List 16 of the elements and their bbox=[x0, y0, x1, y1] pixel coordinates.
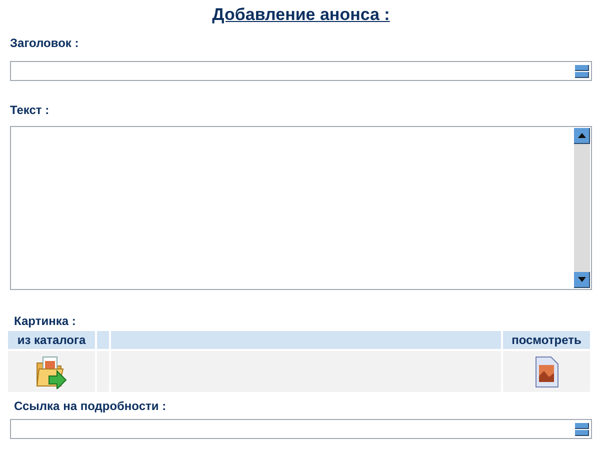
column-header: из каталога bbox=[8, 331, 95, 349]
field-label: Ссылка на подробности : bbox=[13, 399, 168, 414]
image-file-icon[interactable] bbox=[534, 356, 560, 388]
input-field[interactable] bbox=[10, 61, 592, 81]
scroll-down-icon[interactable] bbox=[578, 277, 586, 282]
column-header bbox=[97, 331, 109, 349]
column-header: посмотреть bbox=[503, 331, 590, 349]
input-field[interactable] bbox=[10, 419, 592, 439]
field-label: Заголовок : bbox=[10, 36, 80, 51]
folder-image-icon[interactable] bbox=[34, 354, 68, 388]
field-label: Текст : bbox=[10, 103, 50, 118]
field-label: Картинка : bbox=[13, 314, 77, 329]
page-title: Добавление анонса : bbox=[211, 4, 391, 26]
spin-buttons bbox=[575, 422, 589, 437]
scroll-up-icon[interactable] bbox=[578, 133, 586, 138]
spin-buttons bbox=[575, 64, 589, 79]
